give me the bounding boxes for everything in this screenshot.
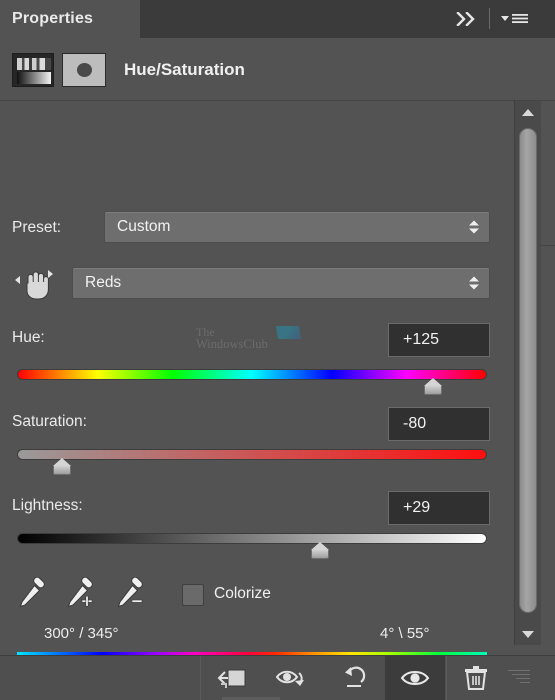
tab-properties[interactable]: Properties bbox=[0, 0, 140, 38]
saturation-value-field[interactable]: -80 bbox=[388, 407, 490, 441]
saturation-slider-track[interactable] bbox=[17, 449, 487, 460]
panel-right-gutter bbox=[541, 101, 555, 645]
header-divider bbox=[489, 8, 490, 29]
properties-panel: Properties Hue/Saturation Preset: Custom… bbox=[0, 0, 555, 700]
layer-mask-thumbnail-icon[interactable] bbox=[62, 52, 106, 87]
up-down-stepper-icon bbox=[469, 276, 479, 290]
panel-content: Preset: Custom Reds Hue: +125 Saturation… bbox=[0, 101, 514, 686]
double-chevron-right-icon[interactable] bbox=[455, 9, 481, 29]
eyedropper-subtract-icon[interactable] bbox=[114, 576, 148, 609]
colorize-checkbox[interactable] bbox=[182, 584, 204, 606]
color-range-select[interactable]: Reds bbox=[72, 267, 490, 299]
toolbar-separator-left bbox=[200, 656, 201, 700]
eyedropper-icon[interactable] bbox=[16, 576, 50, 609]
watermark-line-2: WindowsClub bbox=[196, 337, 268, 351]
preset-value: Custom bbox=[117, 218, 171, 235]
hue-slider-track[interactable] bbox=[17, 369, 487, 380]
saturation-slider-thumb[interactable] bbox=[51, 458, 73, 475]
lightness-value-text: +29 bbox=[403, 499, 431, 516]
windowsclub-logo-icon bbox=[276, 326, 301, 339]
scrollbar-thumb[interactable] bbox=[519, 128, 537, 613]
color-range-value: Reds bbox=[85, 274, 122, 291]
range-readout-left: 300° / 345° bbox=[44, 625, 119, 642]
panel-menu-icon[interactable] bbox=[500, 9, 530, 29]
on-image-adjustment-hand-icon[interactable] bbox=[14, 267, 58, 303]
hue-slider-thumb[interactable] bbox=[422, 378, 444, 395]
resize-grip-icon bbox=[500, 670, 530, 688]
hue-label: Hue: bbox=[12, 329, 45, 346]
lightness-slider-thumb[interactable] bbox=[309, 542, 331, 559]
panel-bottom-toolbar bbox=[0, 655, 555, 700]
vertical-scrollbar[interactable] bbox=[514, 101, 541, 645]
lightness-slider-track[interactable] bbox=[17, 533, 487, 544]
view-previous-state-icon[interactable] bbox=[263, 656, 323, 700]
saturation-value-text: -80 bbox=[403, 415, 427, 432]
delete-layer-icon[interactable] bbox=[446, 656, 506, 700]
saturation-label: Saturation: bbox=[12, 413, 87, 430]
gutter-divider bbox=[541, 245, 555, 246]
adjustment-title-row: Hue/Saturation bbox=[0, 38, 555, 101]
eyedropper-add-icon[interactable] bbox=[64, 576, 98, 609]
preset-select[interactable]: Custom bbox=[104, 211, 490, 243]
hue-saturation-adjustment-icon bbox=[12, 52, 54, 87]
colorize-label: Colorize bbox=[214, 585, 271, 602]
lightness-label: Lightness: bbox=[12, 497, 83, 514]
preset-label: Preset: bbox=[12, 219, 62, 236]
reset-icon[interactable] bbox=[324, 656, 384, 700]
watermark: The WindowsClub bbox=[188, 325, 303, 355]
tab-properties-label: Properties bbox=[12, 10, 94, 27]
scroll-down-arrow-icon[interactable] bbox=[515, 623, 541, 645]
range-readout-right: 4° \ 55° bbox=[380, 625, 430, 642]
up-down-stepper-icon bbox=[469, 220, 479, 234]
tab-bar-filler bbox=[140, 0, 555, 38]
scroll-up-arrow-icon[interactable] bbox=[515, 101, 541, 123]
panel-tab-bar: Properties bbox=[0, 0, 555, 38]
page-title: Hue/Saturation bbox=[124, 59, 245, 79]
lightness-value-field[interactable]: +29 bbox=[388, 491, 490, 525]
hue-value-field[interactable]: +125 bbox=[388, 323, 490, 357]
hue-value-text: +125 bbox=[403, 331, 440, 348]
clip-to-layer-icon[interactable] bbox=[202, 656, 262, 700]
toggle-layer-visibility-icon[interactable] bbox=[385, 656, 445, 700]
